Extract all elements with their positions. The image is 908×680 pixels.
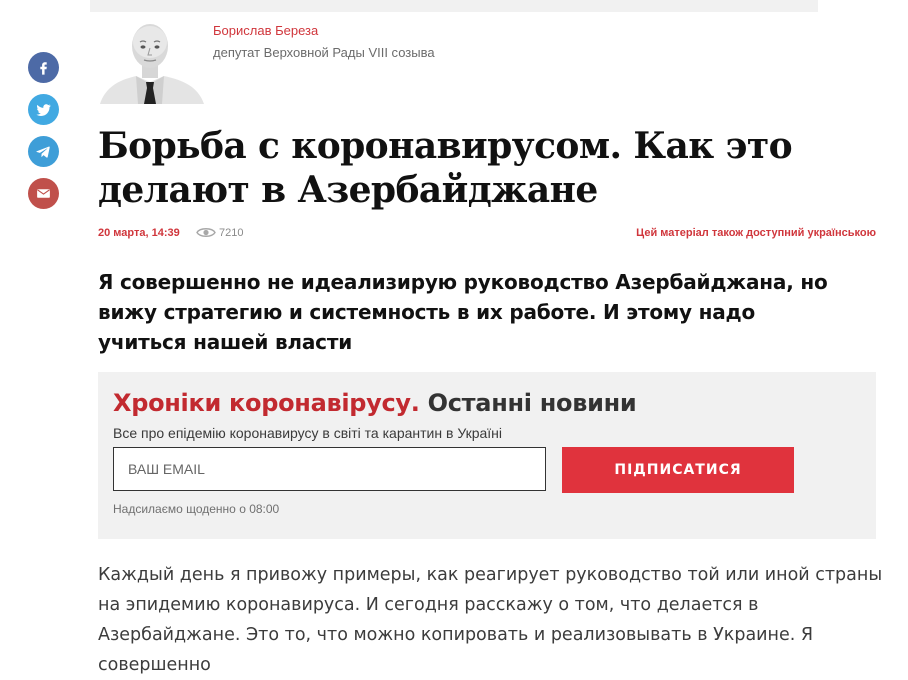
view-count: 7210 [219,227,244,239]
article-date: 20 марта, 14:39 [98,227,180,239]
twitter-icon [36,104,51,116]
article-title: Борьба с коронавирусом. Как это делают в… [98,125,793,211]
article-body: Каждый день я привожу примеры, как реаги… [98,565,883,675]
share-twitter-button[interactable] [28,94,59,125]
subscribe-button[interactable]: ПІДПИСАТИСЯ [562,447,794,493]
author-name[interactable]: Борислав Береза [213,23,318,38]
mail-icon [37,189,50,198]
newsletter-description: Все про епідемію коронавирусу в світі та… [113,425,503,441]
ukrainian-version-link[interactable]: Цей матеріал також доступний українською [636,227,876,239]
email-input[interactable] [113,447,546,491]
facebook-icon [40,62,47,75]
newsletter-title-dark: Останні новини [427,389,637,417]
newsletter-title: Хроніки коронавірусу. Останні новини [113,389,637,417]
telegram-icon [36,146,50,158]
eye-icon [196,228,216,237]
share-mail-button[interactable] [28,178,59,209]
newsletter-title-red: Хроніки коронавірусу. [113,389,420,417]
article-lead: Я совершенно не идеализирую руководство … [98,270,828,354]
share-telegram-button[interactable] [28,136,59,167]
author-photo[interactable] [98,20,206,104]
top-bar [90,0,818,12]
share-facebook-button[interactable] [28,52,59,83]
newsletter-box: Хроніки коронавірусу. Останні новини Все… [98,372,876,539]
author-portrait-icon [98,20,206,104]
author-role: депутат Верховной Рады VIII созыва [213,45,435,60]
newsletter-note: Надсилаємо щоденно о 08:00 [113,502,280,516]
